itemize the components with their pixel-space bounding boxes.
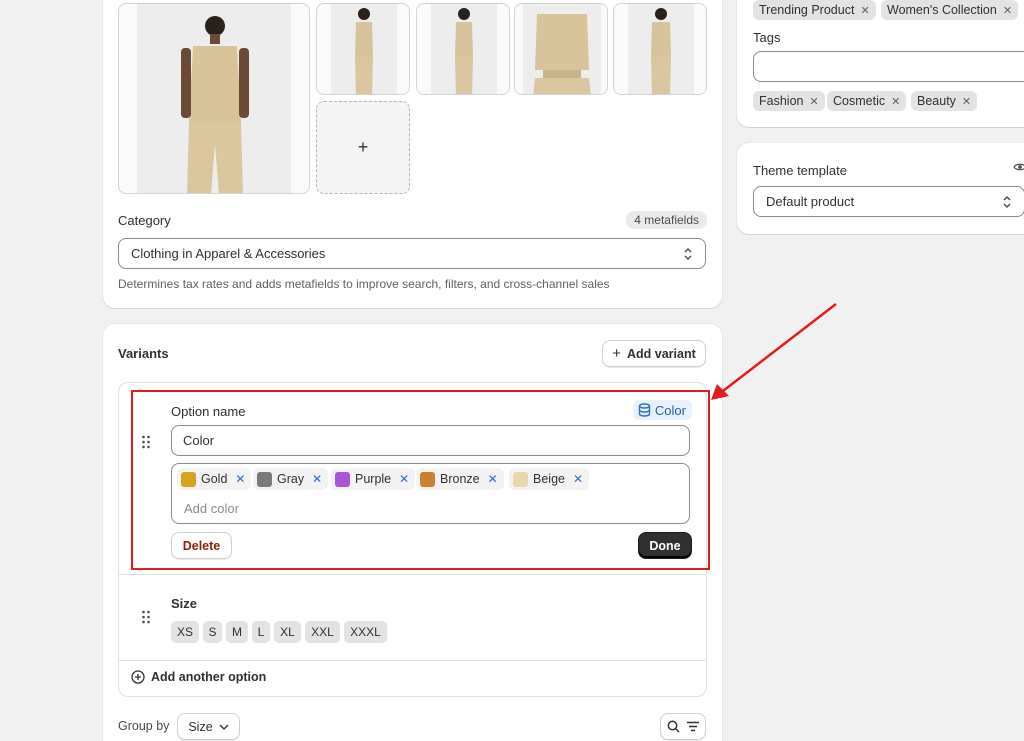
plus-circle-icon: [131, 670, 145, 684]
variants-title: Variants: [118, 346, 169, 361]
add-another-option-label: Add another option: [151, 670, 267, 684]
size-chip: XXL: [305, 621, 340, 643]
size-chip: XXXL: [344, 621, 387, 643]
group-by-select[interactable]: Size: [177, 713, 240, 740]
add-media-button[interactable]: +: [316, 101, 410, 194]
product-tag-label: Beauty: [917, 94, 956, 108]
theme-template-select[interactable]: Default product: [753, 186, 1024, 217]
metafields-badge[interactable]: 4 metafields: [626, 211, 707, 229]
size-chip: XL: [274, 621, 301, 643]
select-chevron-icon: [684, 247, 692, 260]
search-filter-button[interactable]: [660, 713, 706, 740]
category-label: Category: [118, 213, 171, 228]
drag-handle-icon[interactable]: [141, 610, 151, 624]
product-tag-label: Fashion: [759, 94, 804, 108]
size-chip: L: [252, 621, 270, 643]
filter-icon: [686, 721, 699, 732]
theme-template-label: Theme template: [753, 163, 847, 178]
group-by-value: Size: [188, 719, 213, 734]
collection-tag: Women's Collection ✕: [881, 0, 1019, 20]
add-variant-button[interactable]: + Add variant: [602, 340, 706, 367]
add-variant-label: Add variant: [627, 346, 696, 361]
plus-icon: +: [357, 137, 369, 157]
tags-input[interactable]: [753, 51, 1024, 82]
category-help-text: Determines tax rates and adds metafields…: [118, 277, 610, 291]
product-image-thumb[interactable]: [514, 3, 608, 95]
highlight-box: [131, 390, 710, 570]
divider: [119, 660, 706, 661]
remove-icon[interactable]: ✕: [962, 95, 971, 108]
category-select[interactable]: Clothing in Apparel & Accessories: [118, 238, 706, 269]
remove-icon[interactable]: ✕: [809, 95, 818, 108]
organization-card: Trending Product ✕ Women's Collection ✕ …: [737, 0, 1024, 127]
product-image-thumb[interactable]: [416, 3, 510, 95]
search-icon: [667, 720, 680, 733]
size-chip: XS: [171, 621, 199, 643]
eye-icon[interactable]: [1013, 162, 1024, 172]
remove-icon[interactable]: ✕: [860, 4, 869, 17]
theme-template-card: Theme template Default product: [737, 143, 1024, 234]
group-by-label: Group by: [118, 719, 170, 733]
size-option-title: Size: [171, 596, 198, 611]
product-tag: Beauty ✕: [911, 91, 978, 111]
size-chip: S: [203, 621, 222, 643]
collection-tag-label: Trending Product: [759, 3, 855, 17]
theme-template-value: Default product: [766, 194, 855, 209]
collection-tag: Trending Product ✕: [753, 0, 876, 20]
product-image-thumb[interactable]: [613, 3, 707, 95]
category-select-value: Clothing in Apparel & Accessories: [131, 246, 326, 261]
product-tag: Fashion ✕: [753, 91, 825, 111]
select-chevron-icon: [1003, 195, 1011, 208]
media-card: + Category 4 metafields Clothing in Appa…: [103, 0, 722, 308]
tags-label: Tags: [753, 30, 781, 45]
remove-icon[interactable]: ✕: [1003, 4, 1012, 17]
product-image-main[interactable]: [118, 3, 310, 194]
chevron-down-icon: [219, 724, 229, 730]
divider: [119, 574, 706, 575]
product-tag-label: Cosmetic: [833, 94, 886, 108]
plus-icon: +: [612, 345, 621, 362]
size-chip: M: [226, 621, 248, 643]
annotation-arrow: [711, 303, 837, 400]
product-image-thumb[interactable]: [316, 3, 410, 95]
product-tag: Cosmetic ✕: [827, 91, 907, 111]
add-another-option-button[interactable]: Add another option: [131, 670, 266, 684]
remove-icon[interactable]: ✕: [891, 95, 900, 108]
collection-tag-label: Women's Collection: [887, 3, 997, 17]
